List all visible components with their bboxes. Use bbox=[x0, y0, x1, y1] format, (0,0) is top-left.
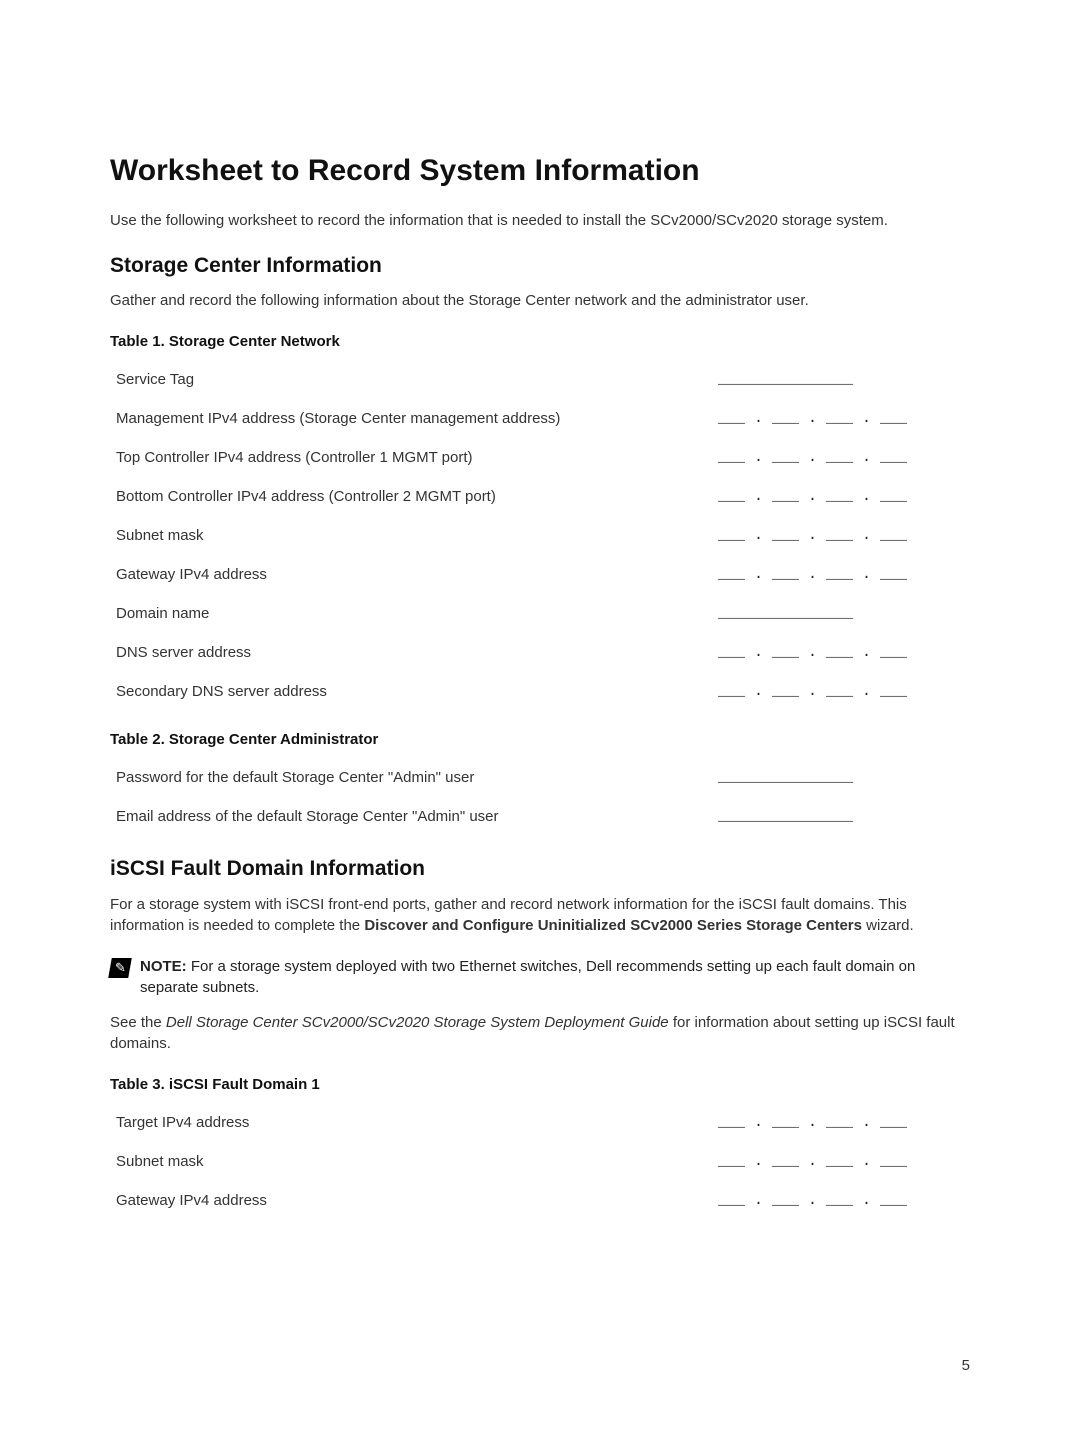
table-row: Management IPv4 address (Storage Center … bbox=[110, 399, 970, 438]
field-label: Gateway IPv4 address bbox=[110, 555, 712, 594]
page: Worksheet to Record System Information U… bbox=[0, 0, 1080, 1434]
field-blank: ___ . ___ . ___ . ___ bbox=[712, 1103, 970, 1142]
note-text: NOTE: For a storage system deployed with… bbox=[140, 956, 970, 998]
note-icon: ✎ bbox=[108, 958, 132, 978]
field-label: Domain name bbox=[110, 594, 712, 633]
field-blank: ___ . ___ . ___ . ___ bbox=[712, 516, 970, 555]
table-row: Email address of the default Storage Cen… bbox=[110, 797, 970, 836]
table-row: Top Controller IPv4 address (Controller … bbox=[110, 438, 970, 477]
field-label: Service Tag bbox=[110, 360, 712, 399]
note-block: ✎ NOTE: For a storage system deployed wi… bbox=[110, 956, 970, 998]
field-label: Target IPv4 address bbox=[110, 1103, 712, 1142]
page-number: 5 bbox=[962, 1355, 970, 1376]
table3-caption: Table 3. iSCSI Fault Domain 1 bbox=[110, 1074, 970, 1095]
field-label: Management IPv4 address (Storage Center … bbox=[110, 399, 712, 438]
ref-italic: Dell Storage Center SCv2000/SCv2020 Stor… bbox=[166, 1014, 669, 1031]
field-blank: ___ . ___ . ___ . ___ bbox=[712, 438, 970, 477]
field-label: Password for the default Storage Center … bbox=[110, 758, 712, 797]
table-row: Service Tag _______________ bbox=[110, 360, 970, 399]
field-blank: _______________ bbox=[712, 797, 970, 836]
table-row: Secondary DNS server address ___ . ___ .… bbox=[110, 672, 970, 711]
intro-paragraph: Use the following worksheet to record th… bbox=[110, 210, 970, 231]
field-blank: ___ . ___ . ___ . ___ bbox=[712, 672, 970, 711]
note-label: NOTE: bbox=[140, 958, 191, 975]
table-row: Gateway IPv4 address ___ . ___ . ___ . _… bbox=[110, 1181, 970, 1220]
field-blank: ___ . ___ . ___ . ___ bbox=[712, 399, 970, 438]
page-title: Worksheet to Record System Information bbox=[110, 150, 970, 192]
field-label: Bottom Controller IPv4 address (Controll… bbox=[110, 477, 712, 516]
note-body: For a storage system deployed with two E… bbox=[140, 958, 915, 996]
table-row: DNS server address ___ . ___ . ___ . ___ bbox=[110, 633, 970, 672]
field-label: Top Controller IPv4 address (Controller … bbox=[110, 438, 712, 477]
table-row: Target IPv4 address ___ . ___ . ___ . __… bbox=[110, 1103, 970, 1142]
section-heading-storage-center-info: Storage Center Information bbox=[110, 251, 970, 280]
table-iscsi-fault-domain-1: Target IPv4 address ___ . ___ . ___ . __… bbox=[110, 1103, 970, 1220]
field-label: DNS server address bbox=[110, 633, 712, 672]
field-blank: ___ . ___ . ___ . ___ bbox=[712, 477, 970, 516]
field-blank: _______________ bbox=[712, 758, 970, 797]
table-row: Bottom Controller IPv4 address (Controll… bbox=[110, 477, 970, 516]
table2-caption: Table 2. Storage Center Administrator bbox=[110, 729, 970, 750]
field-blank: _______________ bbox=[712, 594, 970, 633]
section2-intro-post: wizard. bbox=[862, 917, 914, 934]
field-label: Gateway IPv4 address bbox=[110, 1181, 712, 1220]
section1-intro: Gather and record the following informat… bbox=[110, 290, 970, 311]
section2-intro-bold: Discover and Configure Uninitialized SCv… bbox=[364, 917, 862, 934]
field-blank: ___ . ___ . ___ . ___ bbox=[712, 633, 970, 672]
field-label: Email address of the default Storage Cen… bbox=[110, 797, 712, 836]
table-storage-center-network: Service Tag _______________ Management I… bbox=[110, 360, 970, 711]
table-row: Password for the default Storage Center … bbox=[110, 758, 970, 797]
field-blank: ___ . ___ . ___ . ___ bbox=[712, 1181, 970, 1220]
section-heading-iscsi: iSCSI Fault Domain Information bbox=[110, 854, 970, 883]
ref-pre: See the bbox=[110, 1014, 166, 1031]
table-row: Subnet mask ___ . ___ . ___ . ___ bbox=[110, 516, 970, 555]
field-blank: ___ . ___ . ___ . ___ bbox=[712, 1142, 970, 1181]
field-label: Subnet mask bbox=[110, 516, 712, 555]
table-row: Subnet mask ___ . ___ . ___ . ___ bbox=[110, 1142, 970, 1181]
table-row: Domain name _______________ bbox=[110, 594, 970, 633]
field-label: Secondary DNS server address bbox=[110, 672, 712, 711]
field-blank: ___ . ___ . ___ . ___ bbox=[712, 555, 970, 594]
field-label: Subnet mask bbox=[110, 1142, 712, 1181]
section2-intro: For a storage system with iSCSI front-en… bbox=[110, 894, 970, 936]
reference-paragraph: See the Dell Storage Center SCv2000/SCv2… bbox=[110, 1012, 970, 1054]
table-row: Gateway IPv4 address ___ . ___ . ___ . _… bbox=[110, 555, 970, 594]
table1-caption: Table 1. Storage Center Network bbox=[110, 331, 970, 352]
field-blank: _______________ bbox=[712, 360, 970, 399]
table-storage-center-admin: Password for the default Storage Center … bbox=[110, 758, 970, 836]
